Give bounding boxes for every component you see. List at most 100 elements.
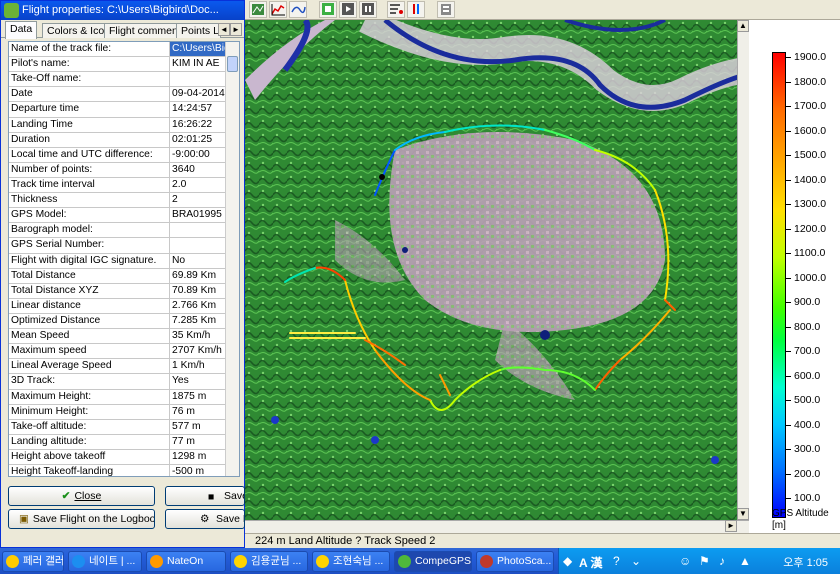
grid-scroll-thumb[interactable] [227,56,238,72]
property-value[interactable]: 76 m [170,405,226,419]
property-row[interactable]: Maximum Height: 1875 m [9,389,226,405]
property-value[interactable]: 7.285 Km [170,314,226,328]
property-row[interactable]: Departure time 14:24:57 [9,102,226,118]
settings-icon[interactable] [437,1,455,18]
tray-options-icon[interactable]: ⌄ [631,554,641,568]
property-value[interactable]: 02:01:25 [170,133,226,147]
profile-chart-icon[interactable] [269,1,287,18]
property-value[interactable]: -500 m [170,465,226,476]
property-row[interactable]: Duration 02:01:25 [9,132,226,148]
taskbar-item[interactable]: 김용균님 ... [230,551,308,572]
map-view-icon[interactable] [249,1,267,18]
messenger-icon[interactable]: ☺ [679,554,691,568]
network-icon[interactable]: ◆ [563,554,572,568]
taskbar-item[interactable]: NateOn [146,551,226,572]
scroll-down-icon[interactable]: ▼ [737,508,749,520]
close-button[interactable]: ✔ Close [8,486,155,506]
property-row[interactable]: Minimum Height: 76 m [9,404,226,420]
property-value[interactable]: 1298 m [170,450,226,464]
property-value[interactable]: KIM IN AE [170,57,226,71]
property-row[interactable]: Flight with digital IGC signature. No [9,253,226,269]
track-analysis-icon[interactable] [289,1,307,18]
scroll-right-icon[interactable]: ► [725,520,737,532]
tab-points-list[interactable]: Points Lis [176,23,221,38]
property-row[interactable]: Linear distance 2.766 Km [9,298,226,314]
property-value[interactable]: 16:26:22 [170,118,226,132]
map-canvas[interactable] [245,20,749,520]
dialog-titlebar[interactable]: Flight properties: C:\Users\Bigbird\Doc.… [1,1,244,20]
speed-control-icon[interactable] [387,1,405,18]
property-row[interactable]: Landing Time 16:26:22 [9,117,226,133]
property-row[interactable]: Name of the track file:C:\Users\Bigbi [9,42,226,58]
property-value[interactable]: 70.89 Km [170,284,226,298]
tab-right-arrow-icon[interactable]: ► [230,23,242,36]
property-value[interactable]: 2.0 [170,178,226,192]
stop-icon[interactable] [319,1,337,18]
tab-data[interactable]: Data [5,21,38,39]
property-row[interactable]: Date 09-04-2014 [9,87,226,103]
property-value[interactable]: 1 Km/h [170,359,226,373]
property-value[interactable]: 3640 [170,163,226,177]
property-row[interactable]: Pilot's name: KIM IN AE [9,57,226,73]
property-value[interactable] [170,223,226,237]
property-value[interactable]: 2707 Km/h [170,344,226,358]
property-row[interactable]: Thickness 2 [9,193,226,209]
property-row[interactable]: Height above takeoff 1298 m [9,449,226,466]
taskbar-item[interactable]: 네이트 | ... [68,551,142,572]
property-value[interactable] [170,72,226,86]
property-row[interactable]: Optimized Distance 7.285 Km [9,313,226,330]
property-value[interactable] [170,238,226,252]
pause-icon[interactable] [359,1,377,18]
property-value[interactable]: 09-04-2014 [170,87,226,101]
save-f-button[interactable]: ⚙Save F [165,509,245,529]
property-row[interactable]: Local time and UTC difference: -9:00:00 [9,147,226,163]
property-value[interactable]: 69.89 Km [170,269,226,283]
property-value[interactable]: Yes [170,374,226,388]
property-row[interactable]: 3D Track: Yes [9,374,226,390]
property-value[interactable]: C:\Users\Bigbi [170,42,226,57]
save-logbook-button[interactable]: ▣ Save Flight on the Logbook [8,509,155,529]
property-row[interactable]: Total Distance 69.89 Km [9,268,226,284]
grid-scrollbar[interactable] [225,42,239,476]
property-value[interactable]: 14:24:57 [170,102,226,116]
property-row[interactable]: Mean Speed 35 Km/h [9,329,226,345]
taskbar-item[interactable]: CompeGPS [394,551,472,572]
taskbar-item[interactable]: 조현숙님 ... [312,551,390,572]
property-row[interactable]: Take-off altitude: 577 m [9,419,226,435]
play-icon[interactable] [339,1,357,18]
property-row[interactable]: Maximum speed 2707 Km/h [9,344,226,360]
property-value[interactable]: 1875 m [170,390,226,404]
taskbar-item[interactable]: 페러 갤러... [2,551,64,572]
property-row[interactable]: Lineal Average Speed 1 Km/h [9,359,226,375]
property-row[interactable]: Number of points: 3640 [9,162,226,178]
property-value[interactable]: BRA01995 [170,208,226,222]
property-row[interactable]: Take-Off name: [9,72,226,88]
property-value[interactable]: 2.766 Km [170,299,226,313]
clock[interactable]: 오후 1:05 [783,554,828,570]
map-horizontal-scrollbar[interactable]: ► [245,520,749,533]
tab-left-arrow-icon[interactable]: ◄ [218,23,230,36]
taskbar-item[interactable]: PhotoSca... [476,551,554,572]
map-vertical-scrollbar[interactable]: ▲ ▼ [737,20,749,520]
property-row[interactable]: Landing altitude: 77 m [9,434,226,450]
scroll-up-icon[interactable]: ▲ [737,20,749,32]
property-value[interactable]: 35 Km/h [170,329,226,343]
property-value[interactable]: 577 m [170,420,226,434]
property-row[interactable]: Track time interval 2.0 [9,177,226,194]
flag-icon[interactable]: ⚑ [699,554,710,568]
property-row[interactable]: GPS Serial Number: [9,238,226,254]
property-value[interactable]: -9:00:00 [170,148,226,162]
property-value[interactable]: 2 [170,193,226,207]
property-row[interactable]: Total Distance XYZ 70.89 Km [9,283,226,299]
help-icon[interactable]: ? [613,554,620,568]
property-value[interactable]: 77 m [170,435,226,449]
record-icon[interactable] [407,1,425,18]
property-row[interactable]: GPS Model: BRA01995 [9,208,226,224]
ime-indicator[interactable]: A 漢 [579,554,603,571]
chevron-up-icon[interactable]: ▲ [739,554,751,568]
property-row[interactable]: Height Takeoff-landing -500 m [9,465,226,476]
volume-icon[interactable]: ♪ [719,554,725,568]
property-value[interactable]: No [170,254,226,268]
save-button[interactable]: ■Save [165,486,245,506]
property-row[interactable]: Barograph model: [9,223,226,239]
